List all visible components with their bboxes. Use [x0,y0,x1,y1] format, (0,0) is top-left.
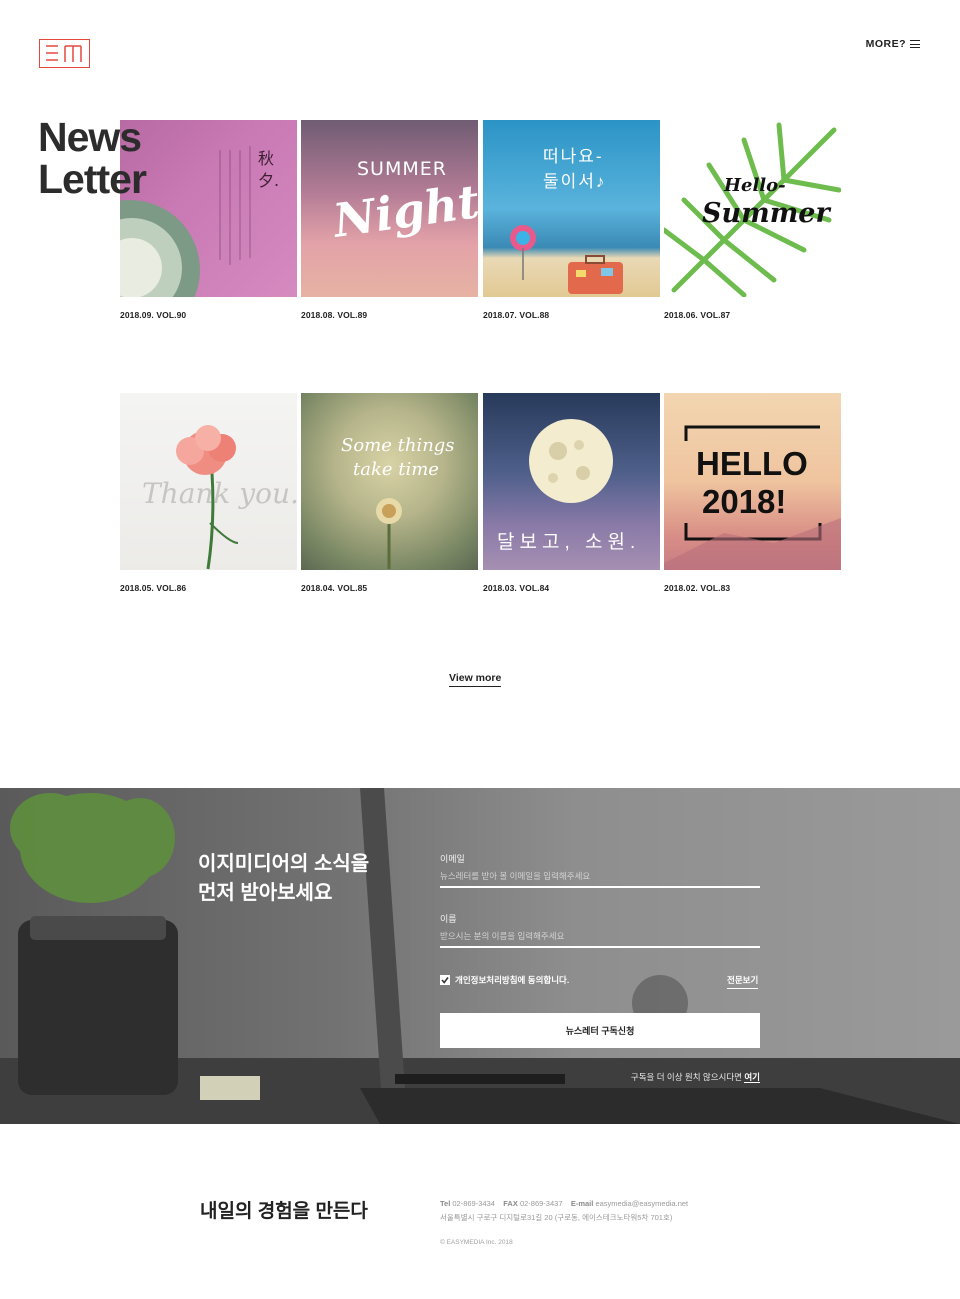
thumb-text-vol87a: Hello- [724,175,786,196]
more-label: MORE? [865,38,906,50]
thumb-text-vol83b: 2018! [702,483,787,520]
more-menu-button[interactable]: MORE? [866,38,920,50]
tel-label: Tel [440,1199,451,1208]
newsletter-card-vol86[interactable]: Thank you. 2018.05. VOL.86 [120,393,297,593]
unsubscribe-text: 구독을 더 이상 원치 않으시다면 [630,1072,742,1082]
page-title-line1: News [38,114,142,160]
thumb-text-vol84: 달보고, 소원. [497,532,641,553]
thumb-text-vol90: 秋夕. [258,149,280,190]
name-field[interactable] [440,926,760,948]
thumb-text-vol89b: Night [329,174,478,248]
newsletter-caption: 2018.02. VOL.83 [664,583,731,593]
newsletter-caption: 2018.03. VOL.84 [483,583,550,593]
unsubscribe-note: 구독을 더 이상 원치 않으시다면 여기 [631,1071,760,1083]
tel-value: 02-869-3434 [452,1199,495,1208]
newsletter-thumbnail[interactable]: HELLO 2018! [664,393,841,570]
newsletter-thumbnail[interactable]: 떠나요- 둘이서♪ [483,120,660,297]
page-title-line2: Letter [38,156,147,202]
subscribe-title: 이지미디어의 소식을 먼저 받아보세요 [198,850,369,908]
menu-icon [910,40,920,49]
newsletter-caption: 2018.06. VOL.87 [664,310,731,320]
newsletter-thumbnail[interactable]: Hello- Summer [664,120,841,297]
copyright: © EASYMEDIA Inc. 2018 [440,1239,513,1246]
newsletter-caption: 2018.08. VOL.89 [301,310,368,320]
unsubscribe-link[interactable]: 여기 [744,1072,760,1083]
newsletter-caption: 2018.04. VOL.85 [301,583,368,593]
email-contact-label: E-mail [570,1199,594,1208]
footer-slogan: 내일의 경험을 만든다 [200,1201,368,1222]
check-icon [441,977,449,984]
newsletter-card-vol88[interactable]: 떠나요- 둘이서♪ 2018.07. VOL.88 [483,120,660,320]
subscribe-title-line2: 먼저 받아보세요 [198,882,333,904]
em-logo[interactable] [39,39,90,68]
newsletter-thumbnail[interactable]: Some things take time [301,393,478,570]
email-contact-value: easymedia@easymedia.net [595,1199,689,1208]
thumb-text-vol83a: HELLO [696,445,808,482]
newsletter-card-vol89[interactable]: SUMMER Night 2018.08. VOL.89 [301,120,478,320]
fax-value: 02-869-3437 [519,1199,563,1208]
view-terms-link[interactable]: 전문보기 [727,974,759,989]
newsletter-caption: 2018.05. VOL.86 [120,583,187,593]
page-title: News Letter [38,114,147,202]
subscribe-section: 이지미디어의 소식을 먼저 받아보세요 이메일 이름 개인정보처리방침에 동의합… [0,788,960,1124]
privacy-agree-checkbox[interactable] [440,975,450,985]
thumb-text-vol86: Thank you. [142,477,297,510]
newsletter-card-vol83[interactable]: HELLO 2018! 2018.02. VOL.83 [664,393,841,593]
thumb-text-vol87b: Summer [702,198,830,229]
privacy-agree: 개인정보처리방침에 동의합니다. [440,974,569,986]
subscribe-title-line1: 이지미디어의 소식을 [198,853,370,875]
footer-contact-line: Tel 02-869-3434 FAX 02-869-3437 E-mail e… [440,1197,688,1211]
footer-contact-info: Tel 02-869-3434 FAX 02-869-3437 E-mail e… [440,1197,688,1225]
newsletter-card-vol87[interactable]: Hello- Summer 2018.06. VOL.87 [664,120,841,320]
email-field[interactable] [440,866,760,888]
newsletter-card-vol84[interactable]: 달보고, 소원. 2018.03. VOL.84 [483,393,660,593]
newsletter-thumbnail[interactable]: 달보고, 소원. [483,393,660,570]
privacy-agree-label: 개인정보처리방침에 동의합니다. [455,975,570,985]
subscribe-button[interactable]: 뉴스레터 구독신청 [440,1013,760,1048]
thumb-text-vol89a: SUMMER [357,158,447,180]
email-label: 이메일 [440,854,465,864]
fax-label: FAX [503,1199,518,1208]
subscribe-background-photo [0,788,960,1124]
newsletter-thumbnail[interactable]: SUMMER Night [301,120,478,297]
footer-address: 서울특별시 구로구 디지털로31길 20 (구로동, 에이스테크노타워5차 70… [440,1213,673,1222]
name-label: 이름 [440,914,457,924]
newsletter-caption: 2018.09. VOL.90 [120,310,187,320]
newsletter-card-vol85[interactable]: Some things take time 2018.04. VOL.85 [301,393,478,593]
newsletter-thumbnail[interactable]: 秋夕. [120,120,297,297]
newsletter-thumbnail[interactable]: Thank you. [120,393,297,570]
newsletter-card-vol90[interactable]: 秋夕. 2018.09. VOL.90 [120,120,297,320]
newsletter-caption: 2018.07. VOL.88 [483,310,550,320]
view-more-link[interactable]: View more [449,672,502,687]
